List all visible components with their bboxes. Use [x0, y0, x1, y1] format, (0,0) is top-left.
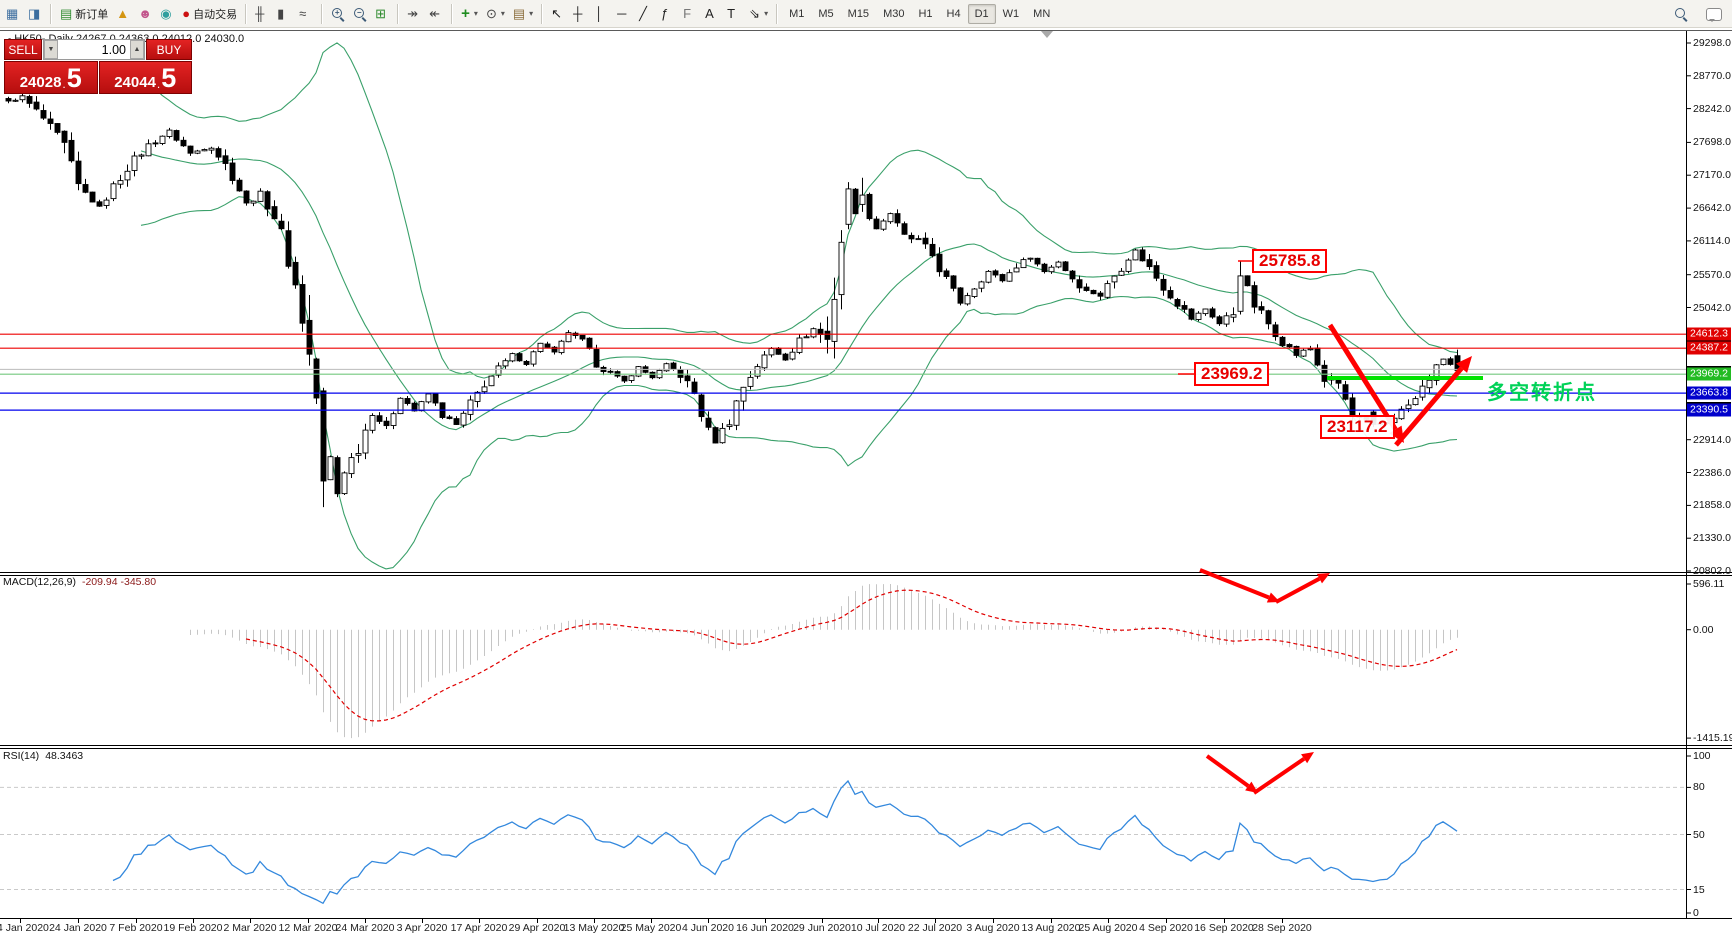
- annotation-arrows[interactable]: [1178, 261, 1472, 793]
- bid-dot: .: [62, 77, 65, 91]
- chart-canvas[interactable]: [0, 0, 1732, 938]
- bid-price[interactable]: 24028.5: [4, 61, 98, 94]
- volume-input[interactable]: 1.00: [58, 40, 130, 59]
- macd-plot: [191, 584, 1458, 738]
- bid-big-digit: 5: [67, 66, 82, 91]
- mt4-terminal-window: ▦◨▤新订单▲☻◉●自动交易╫▮≈+−⊞↠↞+▾⊙▾▤▾↖┼│─╱ƒFAT⇘▾M…: [0, 0, 1732, 938]
- ask-dot: .: [157, 77, 160, 91]
- sell-button[interactable]: SELL: [4, 39, 42, 60]
- candlesticks[interactable]: [6, 93, 1460, 507]
- rsi-plot: [0, 781, 1686, 903]
- one-click-trading-panel: SELL ▼ 1.00 ▲ BUY 24028.5 24044.5: [4, 39, 192, 94]
- ask-price[interactable]: 24044.5: [99, 61, 193, 94]
- volume-decrease-button[interactable]: ▼: [44, 40, 58, 59]
- volume-increase-button[interactable]: ▲: [130, 40, 144, 59]
- panel-borders: [0, 31, 1732, 924]
- volume-stepper: ▼ 1.00 ▲: [43, 39, 145, 60]
- buy-button[interactable]: BUY: [146, 39, 192, 60]
- bid-main-digits: 24028: [20, 74, 62, 91]
- ask-main-digits: 24044: [114, 74, 156, 91]
- ask-big-digit: 5: [161, 66, 176, 91]
